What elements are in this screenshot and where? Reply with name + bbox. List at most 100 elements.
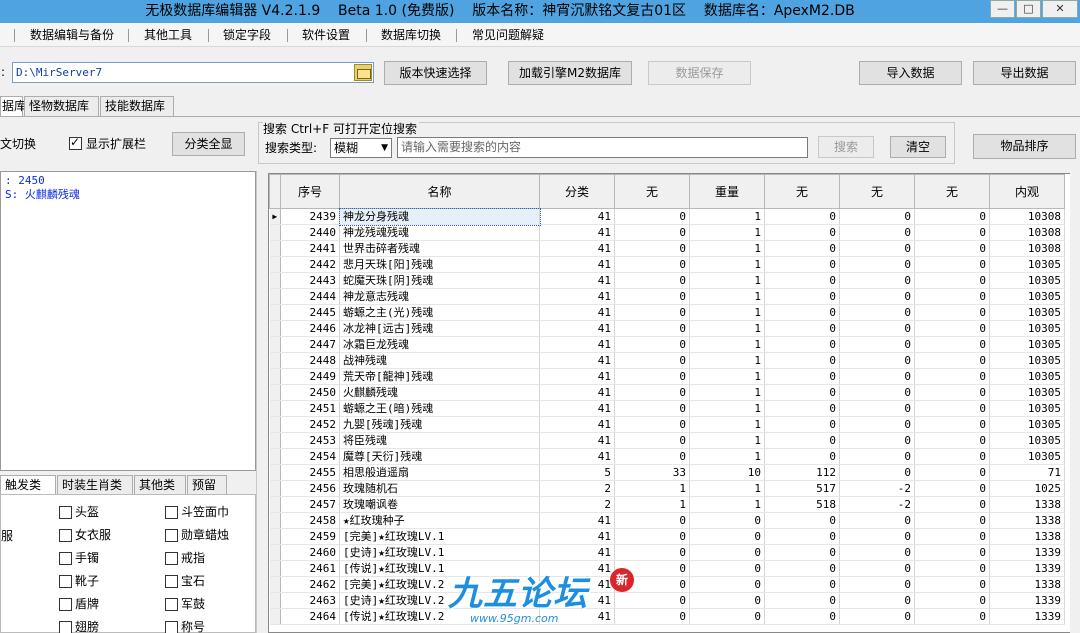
table-cell[interactable]: 0 [914,400,990,417]
table-cell[interactable]: 1 [614,496,690,513]
table-cell[interactable]: 0 [839,608,915,625]
table-cell[interactable]: 2446 [280,320,340,337]
table-cell[interactable]: 1 [689,224,765,241]
server-path-field[interactable]: D:\MirServer7 [12,62,374,83]
category-checkbox[interactable] [165,529,178,542]
table-cell[interactable]: 41 [539,272,615,289]
column-header[interactable]: 分类 [539,174,615,209]
table-row[interactable]: 2444 神龙意志残魂 41 0 1 0 0 0 10305 [269,288,1065,305]
table-cell[interactable]: 0 [689,576,765,593]
table-cell[interactable]: 0 [914,560,990,577]
table-cell[interactable]: 2453 [280,432,340,449]
row-indicator[interactable] [269,336,281,353]
category-checkbox[interactable] [59,506,72,519]
table-cell[interactable]: 0 [914,544,990,561]
table-row[interactable]: 2440 神龙残魂残魂 41 0 1 0 0 0 10308 [269,224,1065,241]
row-indicator[interactable] [269,576,281,593]
table-cell[interactable]: 2451 [280,400,340,417]
table-cell[interactable]: 41 [539,384,615,401]
row-indicator[interactable] [269,416,281,433]
table-cell[interactable]: 0 [839,320,915,337]
table-cell[interactable]: 10308 [989,224,1065,241]
table-row[interactable]: 2445 蝣螈之主(光)残魂 41 0 1 0 0 0 10305 [269,304,1065,321]
table-cell[interactable]: 41 [539,320,615,337]
table-row[interactable]: 2459 [完美]★红玫瑰LV.1 41 0 0 0 0 0 1338 [269,528,1065,545]
tab-reserved[interactable]: 预留 [187,475,227,495]
name-cell[interactable]: 蝣螈之王(暗)残魂 [339,400,540,417]
table-cell[interactable]: 41 [539,528,615,545]
table-cell[interactable]: 0 [839,400,915,417]
table-row[interactable]: 2463 [史诗]★红玫瑰LV.2 41 0 0 0 0 0 1339 [269,592,1065,609]
table-cell[interactable]: 10305 [989,432,1065,449]
table-row[interactable]: 2446 冰龙神[远古]残魂 41 0 1 0 0 0 10305 [269,320,1065,337]
table-cell[interactable]: 10305 [989,304,1065,321]
table-cell[interactable]: 0 [614,352,690,369]
table-cell[interactable]: 1 [689,448,765,465]
table-row[interactable]: 2457 玫瑰嘲讽卷 2 1 1 518 -2 0 1338 [269,496,1065,513]
row-indicator[interactable] [269,592,281,609]
table-cell[interactable]: 10308 [989,240,1065,257]
table-cell[interactable]: 2443 [280,272,340,289]
table-cell[interactable]: 0 [914,336,990,353]
name-cell[interactable]: [史诗]★红玫瑰LV.1 [339,544,540,561]
table-cell[interactable]: 2439 [280,208,340,225]
table-cell[interactable]: 41 [539,368,615,385]
table-cell[interactable]: 71 [989,464,1065,481]
table-cell[interactable]: 0 [614,256,690,273]
table-cell[interactable]: 41 [539,336,615,353]
table-cell[interactable]: 2456 [280,480,340,497]
table-cell[interactable]: 10305 [989,272,1065,289]
table-cell[interactable]: 2457 [280,496,340,513]
table-cell[interactable]: 0 [614,528,690,545]
table-cell[interactable]: 0 [614,368,690,385]
name-cell[interactable]: 蛇魔天珠[阴]残魂 [339,272,540,289]
name-cell[interactable]: 将臣残魂 [339,432,540,449]
row-indicator[interactable] [269,544,281,561]
name-cell[interactable]: 悲月天珠[阳]残魂 [339,256,540,273]
name-cell[interactable]: 冰霜巨龙残魂 [339,336,540,353]
row-indicator[interactable] [269,256,281,273]
table-cell[interactable]: 0 [914,480,990,497]
table-cell[interactable]: 2452 [280,416,340,433]
table-cell[interactable]: 0 [839,592,915,609]
row-indicator[interactable] [269,400,281,417]
table-cell[interactable]: 5 [539,464,615,481]
table-cell[interactable]: 41 [539,544,615,561]
table-cell[interactable]: 0 [914,496,990,513]
table-cell[interactable]: 1 [689,368,765,385]
table-cell[interactable]: 0 [689,544,765,561]
category-checkbox[interactable] [59,621,72,633]
table-cell[interactable]: 41 [539,432,615,449]
category-checkbox[interactable] [165,552,178,565]
table-cell[interactable]: 0 [764,352,840,369]
name-cell[interactable]: 九婴[残魂]残魂 [339,416,540,433]
table-cell[interactable]: 0 [914,384,990,401]
table-cell[interactable]: 0 [914,272,990,289]
table-cell[interactable]: 1 [689,304,765,321]
table-cell[interactable]: 0 [689,512,765,529]
table-cell[interactable]: 1025 [989,480,1065,497]
table-cell[interactable]: 1 [614,480,690,497]
name-cell[interactable]: 魔尊[天衍]残魂 [339,448,540,465]
table-cell[interactable]: 0 [614,224,690,241]
table-cell[interactable]: 1 [689,272,765,289]
tab-skill-database[interactable]: 技能数据库 [100,96,174,116]
column-header[interactable]: 无 [614,174,690,209]
table-cell[interactable]: 1338 [989,576,1065,593]
table-cell[interactable]: 41 [539,416,615,433]
table-cell[interactable]: 41 [539,256,615,273]
table-cell[interactable]: 112 [764,464,840,481]
column-header[interactable]: 无 [839,174,915,209]
table-cell[interactable]: 0 [914,608,990,625]
show-all-categories-button[interactable]: 分类全显 [172,132,245,156]
table-cell[interactable]: 0 [839,352,915,369]
table-cell[interactable]: 0 [839,272,915,289]
table-cell[interactable]: 1 [689,336,765,353]
table-cell[interactable]: 0 [614,544,690,561]
table-cell[interactable]: 2462 [280,576,340,593]
table-cell[interactable]: 2459 [280,528,340,545]
table-cell[interactable]: 1339 [989,544,1065,561]
table-cell[interactable]: 0 [839,336,915,353]
item-sort-button[interactable]: 物品排序 [973,134,1076,159]
name-cell[interactable]: 神龙残魂残魂 [339,224,540,241]
